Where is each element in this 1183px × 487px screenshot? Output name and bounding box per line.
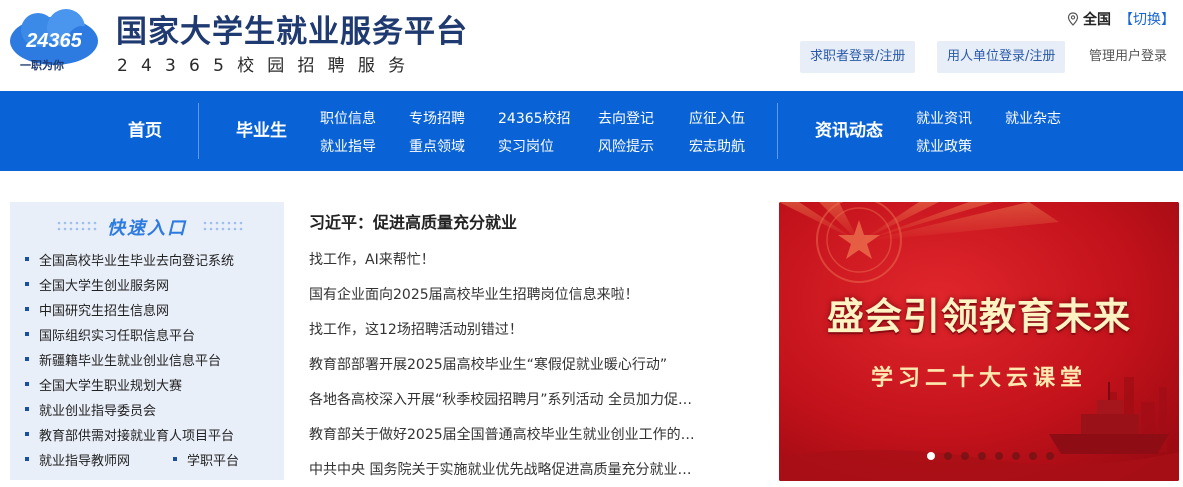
- news-item[interactable]: 中共中央 国务院关于实施就业优先战略促进高质量充分就业…: [309, 459, 749, 479]
- banner-background: [779, 202, 1179, 481]
- nav-link-job-info[interactable]: 职位信息: [320, 108, 376, 128]
- news-headline[interactable]: 习近平：促进高质量充分就业: [309, 209, 517, 233]
- quick-entry-panel: 快速入口 全国高校毕业生毕业去向登记系统 全国大学生创业服务网 中国研究生招生信…: [10, 202, 284, 480]
- carousel-dot[interactable]: [1046, 452, 1054, 460]
- job-seeker-login-button[interactable]: 求职者登录/注册: [800, 41, 916, 73]
- banner-carousel[interactable]: 盛会引领教育未来 学习二十大云课堂: [779, 202, 1179, 481]
- nav-link-key-fields[interactable]: 重点领域: [409, 136, 465, 156]
- quick-link-item[interactable]: 全国大学生职业规划大赛: [25, 375, 182, 394]
- carousel-dot[interactable]: [978, 452, 986, 460]
- quick-link-label: 全国高校毕业生毕业去向登记系统: [39, 254, 235, 269]
- carousel-dot[interactable]: [927, 452, 935, 460]
- nav-link-enlistment[interactable]: 应征入伍: [689, 108, 745, 128]
- quick-link-item[interactable]: 就业创业指导委员会: [25, 400, 156, 419]
- nav-link-hongzhi[interactable]: 宏志助航: [689, 136, 745, 156]
- bullet-icon: [25, 357, 29, 361]
- quick-link-item[interactable]: 国际组织实习任职信息平台: [25, 325, 195, 344]
- region-switch-link[interactable]: 【切换】: [1119, 9, 1175, 29]
- nav-home[interactable]: 首页: [128, 91, 162, 171]
- nav-link-career-guidance[interactable]: 就业指导: [320, 136, 376, 156]
- region-selector[interactable]: 全国 【切换】: [1067, 9, 1175, 29]
- quick-link-label: 就业指导教师网: [39, 454, 131, 469]
- main-nav: 首页 毕业生 职位信息 专场招聘 24365校招 去向登记 应征入伍 就业指导 …: [0, 91, 1183, 171]
- carousel-pagination: [927, 452, 1054, 460]
- employer-login-button[interactable]: 用人单位登录/注册: [937, 41, 1066, 73]
- page: 24365 一职为你 国家大学生就业服务平台 24365校园招聘服务 全国 【切…: [0, 0, 1183, 487]
- location-pin-icon: [1067, 12, 1079, 26]
- site-subtitle: 24365校园招聘服务: [117, 56, 419, 76]
- carousel-dot[interactable]: [944, 452, 952, 460]
- quick-link-item[interactable]: 学职平台: [173, 450, 239, 469]
- nav-link-employment-magazine[interactable]: 就业杂志: [1005, 108, 1061, 128]
- logo-number: 24365: [25, 30, 82, 52]
- admin-login-link[interactable]: 管理用户登录: [1089, 41, 1167, 73]
- nav-link-employment-news[interactable]: 就业资讯: [916, 108, 972, 128]
- quick-link-item[interactable]: 教育部供需对接就业育人项目平台: [25, 425, 234, 444]
- nav-news[interactable]: 资讯动态: [815, 91, 883, 171]
- quick-link-label: 国际组织实习任职信息平台: [39, 329, 196, 344]
- news-item[interactable]: 国有企业面向2025届高校毕业生招聘岗位信息来啦！: [309, 284, 749, 304]
- news-item[interactable]: 找工作，AI来帮忙！: [309, 249, 749, 269]
- news-item[interactable]: 各地各高校深入开展“秋季校园招聘月”系列活动 全员加力促…: [309, 389, 749, 409]
- quick-link-item[interactable]: 全国大学生创业服务网: [25, 275, 169, 294]
- news-item[interactable]: 教育部部署开展2025届高校毕业生“寒假促就业暖心行动”: [309, 354, 749, 374]
- quick-link-label: 新疆籍毕业生就业创业信息平台: [39, 354, 222, 369]
- nav-divider: [198, 103, 199, 159]
- carousel-dot[interactable]: [961, 452, 969, 460]
- carousel-dot[interactable]: [995, 452, 1003, 460]
- site-title: 国家大学生就业服务平台: [116, 14, 468, 50]
- nav-link-employment-policy[interactable]: 就业政策: [916, 136, 972, 156]
- bullet-icon: [25, 457, 29, 461]
- quick-link-label: 学职平台: [187, 454, 240, 469]
- logo-slogan: 一职为你: [20, 58, 64, 72]
- quick-link-label: 教育部供需对接就业育人项目平台: [39, 429, 235, 444]
- site-logo[interactable]: 24365 一职为你: [8, 8, 100, 72]
- nav-link-special-recruitment[interactable]: 专场招聘: [409, 108, 465, 128]
- bullet-icon: [25, 332, 29, 336]
- news-item[interactable]: 找工作，这12场招聘活动别错过！: [309, 319, 749, 339]
- banner-title: 盛会引领教育未来: [827, 294, 1131, 338]
- quick-link-label: 中国研究生招生信息网: [39, 304, 170, 319]
- carousel-dot[interactable]: [1012, 452, 1020, 460]
- carousel-dot[interactable]: [1029, 452, 1037, 460]
- bullet-icon: [25, 307, 29, 311]
- quick-link-item[interactable]: 中国研究生招生信息网: [25, 300, 169, 319]
- banner-subtitle: 学习二十大云课堂: [870, 365, 1087, 391]
- nav-graduates[interactable]: 毕业生: [236, 91, 287, 171]
- quick-link-item[interactable]: 就业指导教师网: [25, 450, 130, 469]
- bullet-icon: [25, 407, 29, 411]
- bullet-icon: [25, 382, 29, 386]
- nav-link-24365-campus[interactable]: 24365校招: [498, 108, 571, 128]
- nav-link-risk-alerts[interactable]: 风险提示: [598, 136, 654, 156]
- quick-link-item[interactable]: 新疆籍毕业生就业创业信息平台: [25, 350, 221, 369]
- quick-link-item[interactable]: 全国高校毕业生毕业去向登记系统: [25, 250, 234, 269]
- decor-dots-icon: [203, 221, 243, 231]
- region-name: 全国: [1083, 12, 1111, 28]
- quick-link-label: 就业创业指导委员会: [39, 404, 157, 419]
- site-header: 24365 一职为你 国家大学生就业服务平台 24365校园招聘服务 全国 【切…: [0, 0, 1183, 91]
- quick-link-label: 全国大学生职业规划大赛: [39, 379, 183, 394]
- bullet-icon: [25, 432, 29, 436]
- bullet-icon: [173, 457, 177, 461]
- nav-link-internships[interactable]: 实习岗位: [498, 136, 554, 156]
- bullet-icon: [25, 282, 29, 286]
- news-item[interactable]: 教育部关于做好2025届全国普通高校毕业生就业创业工作的…: [309, 424, 749, 444]
- quick-link-label: 全国大学生创业服务网: [39, 279, 170, 294]
- nav-link-destination-registration[interactable]: 去向登记: [598, 108, 654, 128]
- nav-divider: [777, 103, 778, 159]
- bullet-icon: [25, 257, 29, 261]
